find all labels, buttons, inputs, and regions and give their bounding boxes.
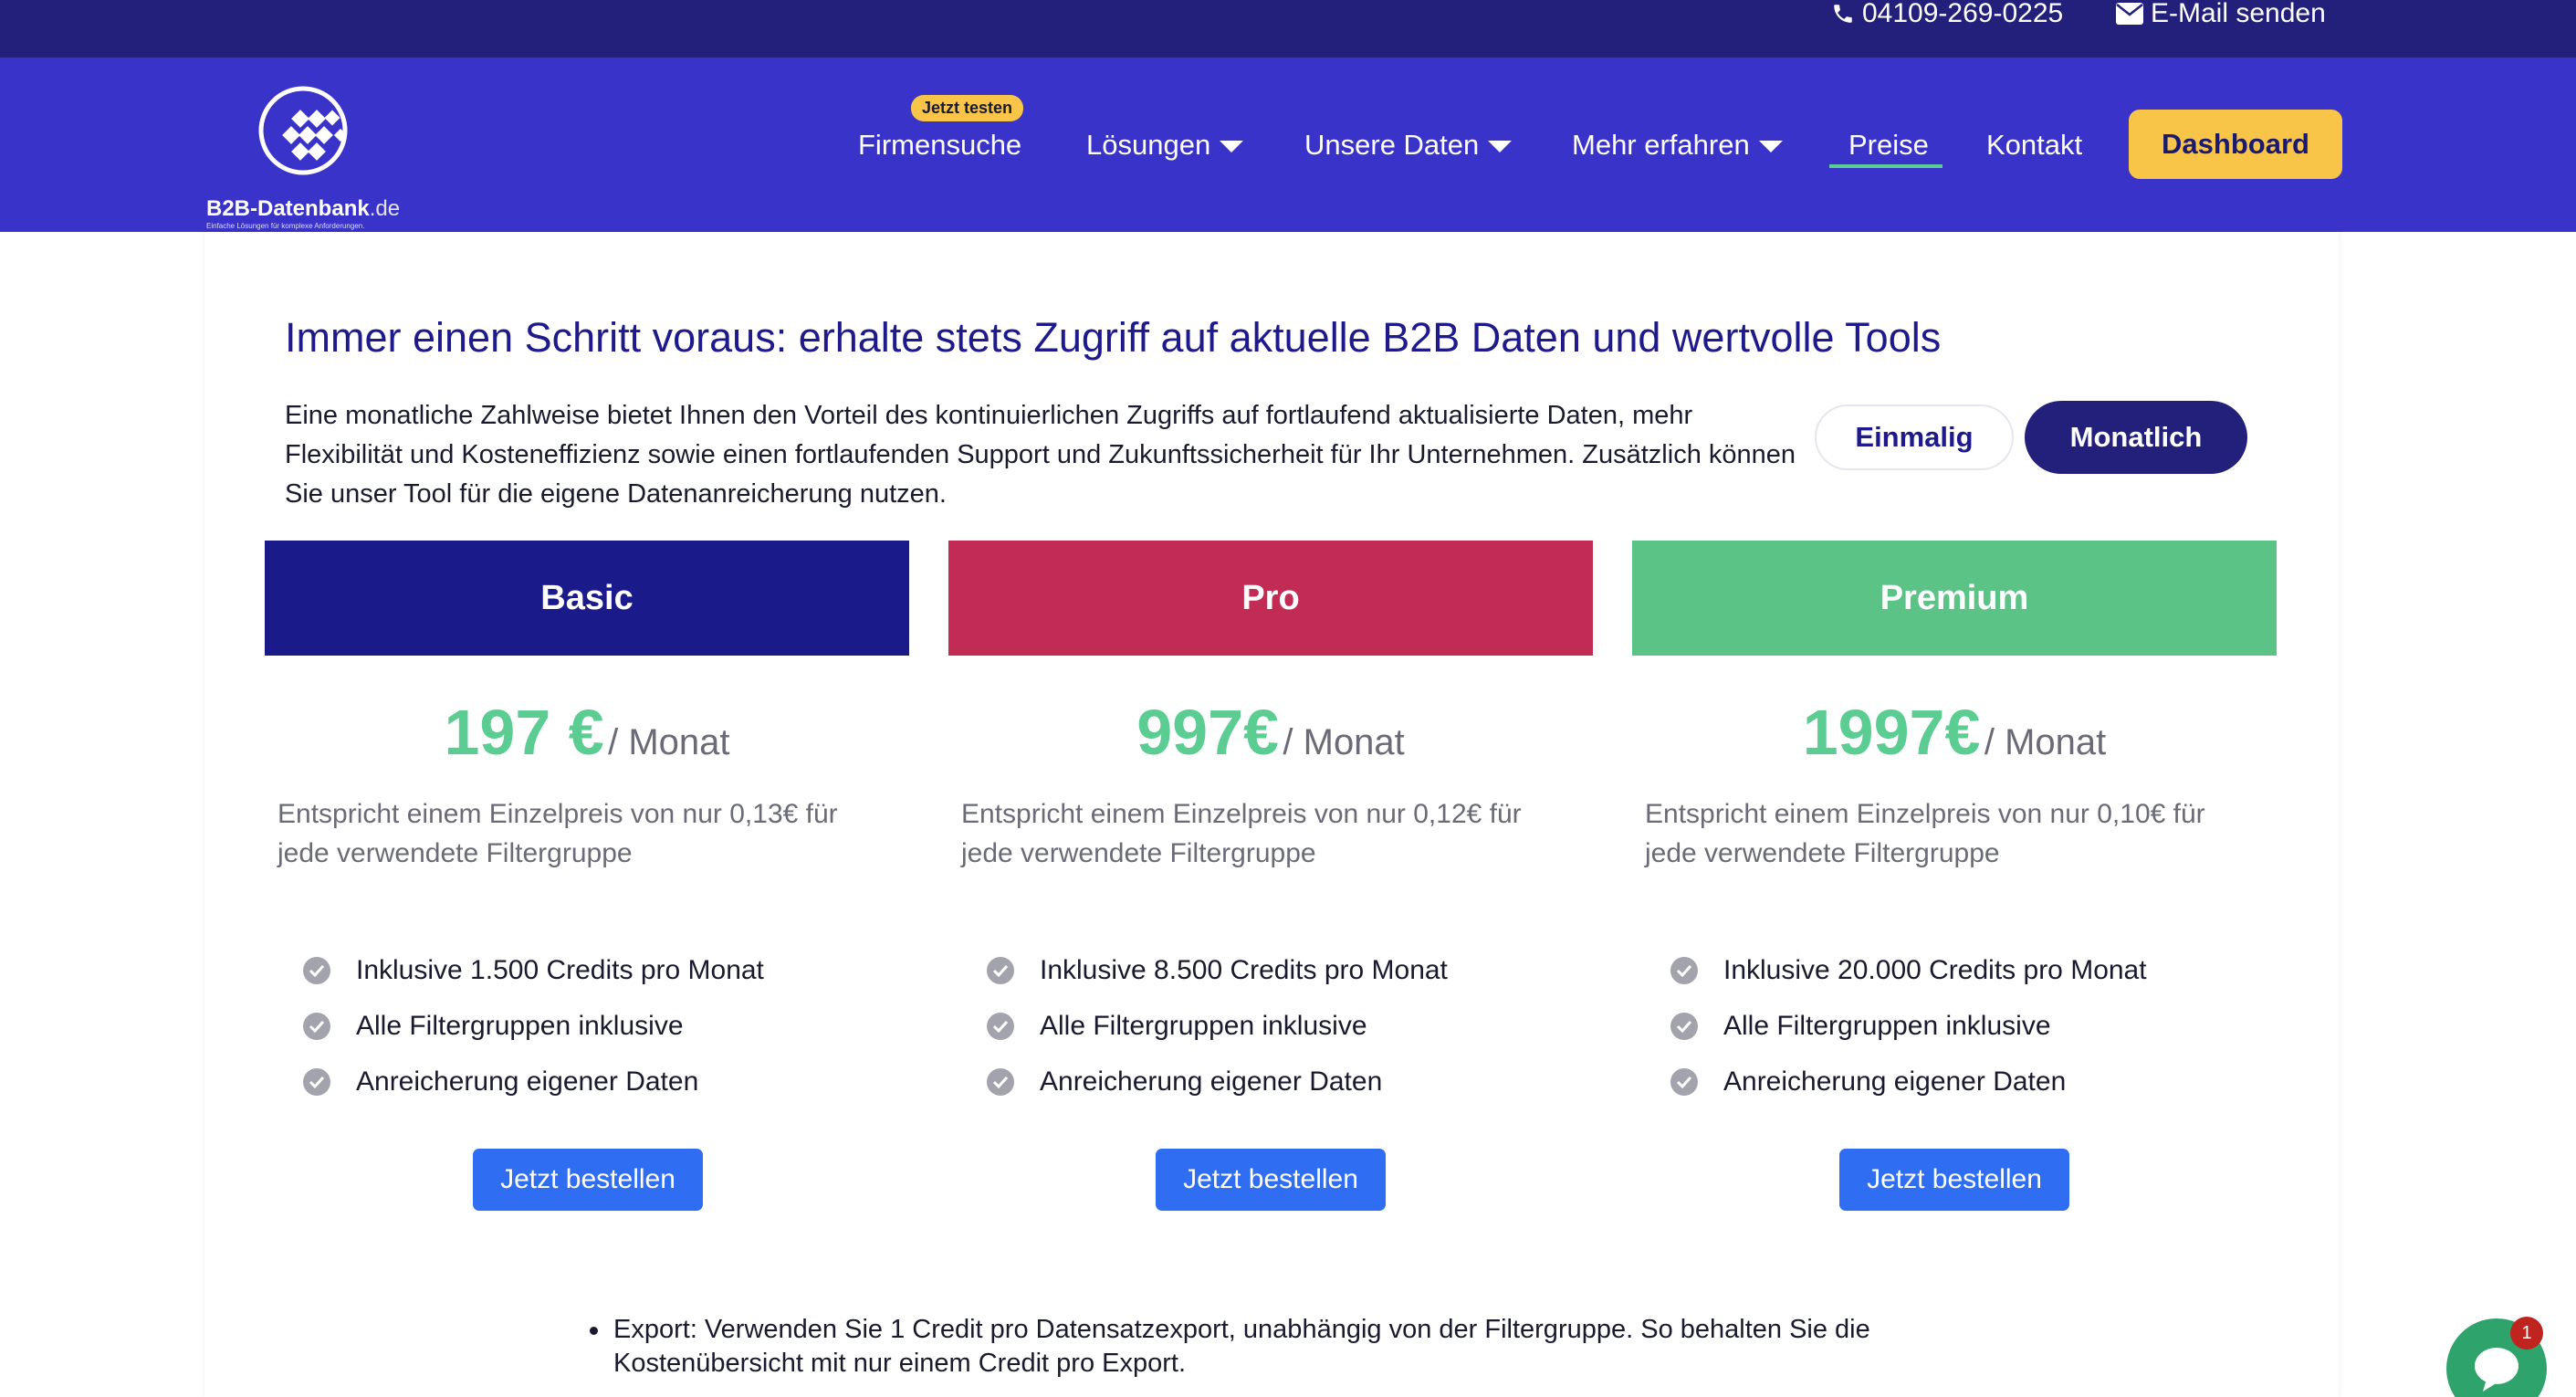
- feature-label: Anreicherung eigener Daten: [356, 1066, 699, 1097]
- nav-item-kontakt[interactable]: Kontakt: [1986, 58, 2082, 232]
- nav-item-mehr-erfahren[interactable]: Mehr erfahren: [1572, 58, 1783, 232]
- feature-item: Inklusive 20.000 Credits pro Monat: [1670, 951, 2147, 991]
- plan-price: 1997€ / Monat: [1632, 696, 2277, 769]
- check-circle-icon: [987, 957, 1014, 984]
- feature-label: Inklusive 20.000 Credits pro Monat: [1723, 955, 2147, 985]
- price-amount: 197 €: [444, 697, 604, 768]
- nav-item-preise[interactable]: Preise: [1848, 58, 1929, 232]
- nav-label: Lösungen: [1086, 128, 1211, 161]
- envelope-icon: [2116, 3, 2143, 25]
- plan-title: Pro: [948, 541, 1593, 656]
- billing-toggle-einmalig[interactable]: Einmalig: [1815, 404, 2014, 470]
- nav-label: Mehr erfahren: [1572, 128, 1750, 161]
- plan-description: Entspricht einem Einzelpreis von nur 0,1…: [1645, 799, 2205, 868]
- feature-item: Inklusive 8.500 Credits pro Monat: [987, 951, 1448, 991]
- phone-icon: [1834, 5, 1852, 23]
- check-circle-icon: [1670, 957, 1698, 984]
- nav-label: Preise: [1848, 128, 1929, 161]
- top-bar: 04109-269-0225 E-Mail senden: [0, 0, 2576, 58]
- active-nav-indicator: [1829, 164, 1942, 168]
- feature-item: Inklusive 1.500 Credits pro Monat: [303, 951, 764, 991]
- feature-label: Inklusive 1.500 Credits pro Monat: [356, 955, 764, 985]
- feature-label: Anreicherung eigener Daten: [1040, 1066, 1383, 1097]
- billing-toggle-monatlich[interactable]: Monatlich: [2025, 401, 2247, 474]
- logo-mark-icon: [258, 86, 348, 175]
- feature-label: Anreicherung eigener Daten: [1723, 1066, 2067, 1097]
- phone-link[interactable]: 04109-269-0225: [1831, 0, 2064, 28]
- email-label: E-Mail senden: [2151, 0, 2326, 28]
- check-circle-icon: [1670, 1013, 1698, 1040]
- nav-item-firmensuche[interactable]: Firmensuche: [858, 58, 1021, 232]
- logo-wordmark: B2B-Datenbank.de: [206, 196, 401, 221]
- price-period: / Monat: [608, 722, 730, 762]
- chevron-down-icon: [1488, 141, 1513, 152]
- intro-text: Eine monatliche Zahlweise bietet Ihnen d…: [285, 401, 1796, 509]
- nav-label: Firmensuche: [858, 128, 1022, 161]
- check-circle-icon: [1670, 1068, 1698, 1096]
- feature-label: Inklusive 8.500 Credits pro Monat: [1040, 955, 1448, 985]
- feature-item: Alle Filtergruppen inklusive: [1670, 1006, 2051, 1046]
- check-circle-icon: [987, 1068, 1014, 1096]
- plan-description: Entspricht einem Einzelpreis von nur 0,1…: [277, 799, 838, 868]
- main-navigation: B2B-Datenbank.de Einfache Lösungen für k…: [0, 58, 2576, 232]
- logo-tagline: Einfache Lösungen für komplexe Anforderu…: [206, 222, 365, 230]
- nav-item-unsere-daten[interactable]: Unsere Daten: [1304, 58, 1513, 232]
- plan-price: 997€ / Monat: [948, 696, 1593, 769]
- order-button-basic[interactable]: Jetzt bestellen: [473, 1149, 703, 1211]
- email-link[interactable]: E-Mail senden: [2116, 0, 2326, 28]
- feature-item: Anreicherung eigener Daten: [1670, 1062, 2066, 1102]
- price-amount: 997€: [1136, 697, 1279, 768]
- nav-label: Unsere Daten: [1304, 128, 1480, 161]
- plan-title: Premium: [1632, 541, 2277, 656]
- feature-item: Alle Filtergruppen inklusive: [987, 1006, 1367, 1046]
- plan-title: Basic: [265, 541, 909, 656]
- feature-item: Anreicherung eigener Daten: [987, 1062, 1382, 1102]
- feature-item: Anreicherung eigener Daten: [303, 1062, 698, 1102]
- phone-number: 04109-269-0225: [1862, 0, 2064, 28]
- feature-label: Alle Filtergruppen inklusive: [1723, 1011, 2051, 1041]
- order-button-premium[interactable]: Jetzt bestellen: [1839, 1149, 2069, 1211]
- check-circle-icon: [303, 1068, 330, 1096]
- dashboard-button[interactable]: Dashboard: [2129, 110, 2342, 179]
- feature-label: Alle Filtergruppen inklusive: [356, 1011, 684, 1041]
- page-headline: Immer einen Schritt voraus: erhalte stet…: [285, 314, 1942, 361]
- chevron-down-icon: [1220, 141, 1244, 152]
- price-period: / Monat: [1283, 722, 1405, 762]
- order-button-pro[interactable]: Jetzt bestellen: [1156, 1149, 1386, 1211]
- check-circle-icon: [987, 1013, 1014, 1040]
- check-circle-icon: [303, 957, 330, 984]
- bullet-dot: [590, 1327, 598, 1335]
- nav-item-loesungen[interactable]: Lösungen: [1086, 58, 1244, 232]
- check-circle-icon: [303, 1013, 330, 1040]
- nav-label: Kontakt: [1986, 128, 2083, 161]
- feature-item: Alle Filtergruppen inklusive: [303, 1006, 684, 1046]
- plan-price: 197 € / Monat: [265, 696, 909, 769]
- plan-description: Entspricht einem Einzelpreis von nur 0,1…: [961, 799, 1522, 868]
- price-period: / Monat: [1984, 722, 2107, 762]
- logo[interactable]: B2B-Datenbank.de Einfache Lösungen für k…: [203, 85, 408, 230]
- feature-label: Alle Filtergruppen inklusive: [1040, 1011, 1367, 1041]
- export-note-text: Export: Verwenden Sie 1 Credit pro Daten…: [613, 1315, 1870, 1378]
- chat-unread-badge: 1: [2510, 1317, 2543, 1350]
- export-note: Export: Verwenden Sie 1 Credit pro Daten…: [590, 1313, 1928, 1381]
- chevron-down-icon: [1758, 141, 1783, 152]
- price-amount: 1997€: [1802, 697, 1981, 768]
